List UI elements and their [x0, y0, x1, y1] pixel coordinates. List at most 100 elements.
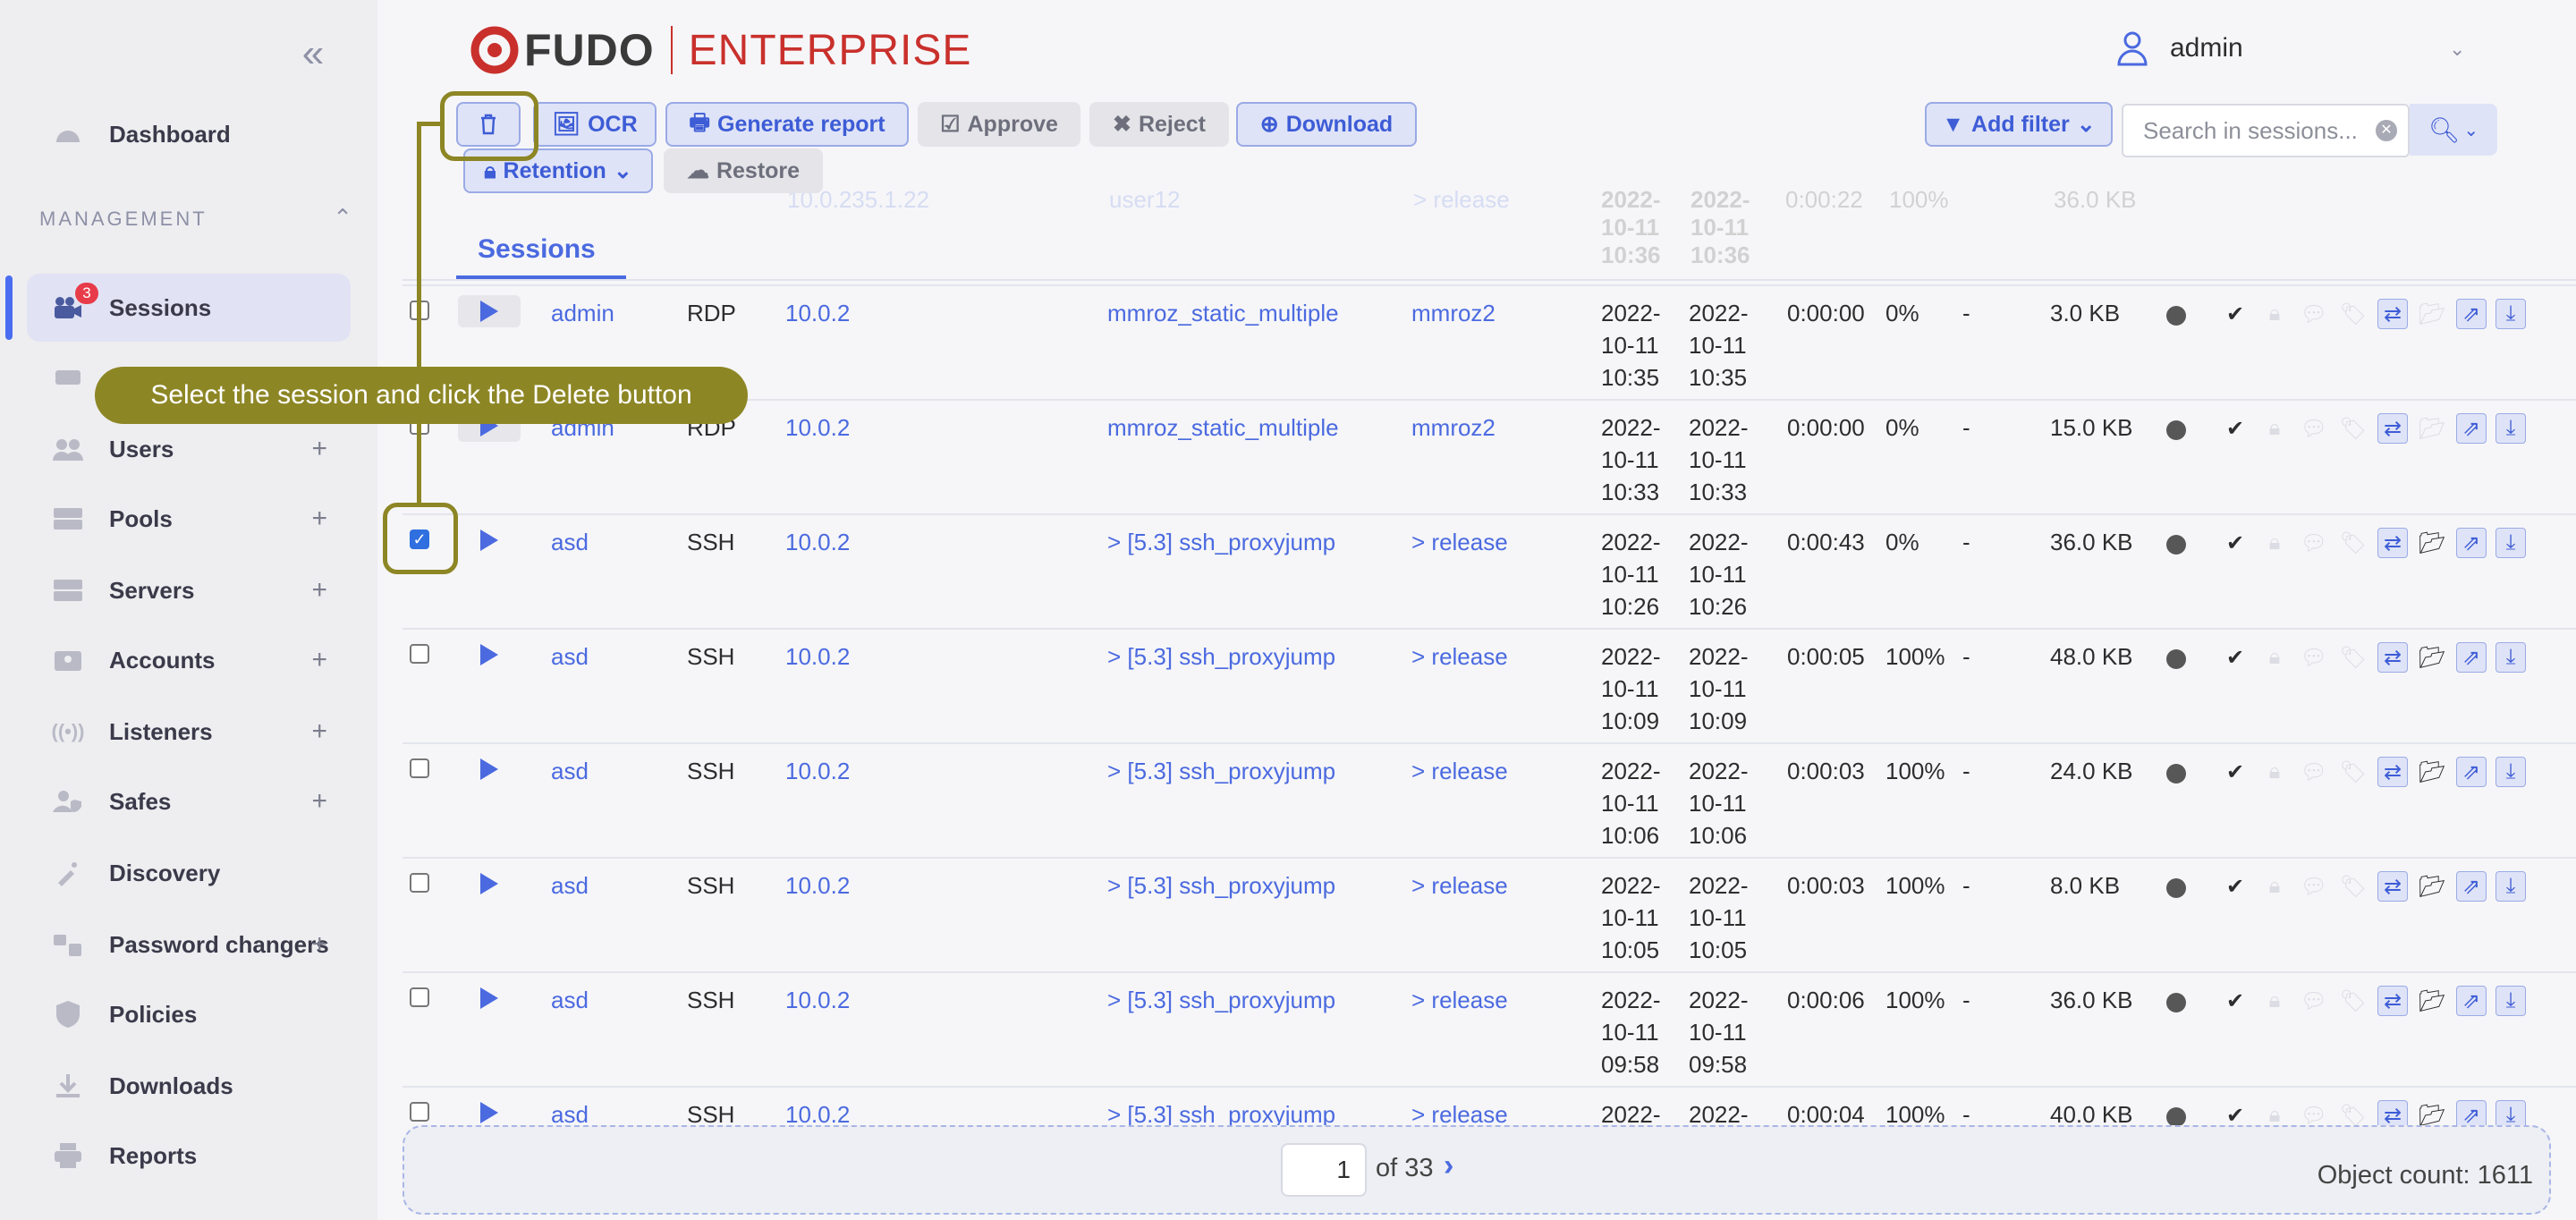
row-account[interactable]: mmroz_static_multiple — [1107, 297, 1339, 329]
row-ip[interactable]: 10.0.2 — [785, 640, 850, 673]
play-session-button[interactable] — [458, 1097, 521, 1129]
download-icon[interactable]: ⤓ — [2496, 986, 2526, 1016]
transfer-icon[interactable]: ⇄ — [2377, 413, 2408, 444]
add-password-changer-button[interactable]: + — [311, 929, 327, 960]
management-section-title[interactable]: MANAGEMENT ⌃ — [39, 204, 352, 231]
sidebar-item-downloads[interactable]: Downloads — [27, 1052, 351, 1120]
row-account[interactable]: > [5.3] ssh_proxyjump — [1107, 755, 1335, 787]
search-input[interactable]: Search in sessions... ✕ — [2122, 104, 2410, 157]
table-row[interactable]: ✓ asd SSH 10.0.2 > [5.3] ssh_proxyjump > rele… — [402, 513, 2576, 628]
check-icon[interactable]: ✔ — [2220, 757, 2250, 787]
sidebar-item-reports[interactable]: Reports — [27, 1122, 351, 1190]
download-icon[interactable]: ⤓ — [2496, 299, 2526, 329]
share-icon[interactable]: ⇗ — [2456, 757, 2487, 787]
download-button[interactable]: ⊕ Download — [1236, 102, 1417, 147]
collapse-sidebar-icon[interactable]: « — [295, 34, 331, 73]
download-icon[interactable]: ⤓ — [2496, 642, 2526, 673]
next-page-icon[interactable]: › — [1444, 1148, 1453, 1183]
table-row[interactable]: asd SSH 10.0.2 > [5.3] ssh_proxyjump > relea… — [402, 857, 2576, 971]
sidebar-item-users[interactable]: Users + — [27, 415, 351, 483]
sidebar-item-policies[interactable]: Policies — [27, 980, 351, 1048]
row-user[interactable]: admin — [551, 297, 614, 329]
sidebar-item-pools[interactable]: Pools + — [27, 485, 351, 553]
check-icon[interactable]: ✔ — [2220, 413, 2250, 444]
check-icon[interactable]: ✔ — [2220, 642, 2250, 673]
play-session-button[interactable] — [458, 524, 521, 556]
search-button[interactable]: 🔍︎ ⌄ — [2410, 104, 2497, 156]
reject-button[interactable]: ✖ Reject — [1089, 102, 1229, 147]
check-icon[interactable]: ✔ — [2220, 299, 2250, 329]
ocr-button[interactable]: 🖼 OCR — [533, 102, 657, 147]
row-checkbox[interactable] — [410, 987, 429, 1007]
row-server[interactable]: mmroz2 — [1411, 297, 1496, 329]
generate-report-button[interactable]: 🖶 Generate report — [665, 102, 909, 147]
row-account[interactable]: mmroz_static_multiple — [1107, 411, 1339, 444]
row-account[interactable]: > [5.3] ssh_proxyjump — [1107, 984, 1335, 1016]
fudo-logo[interactable]: FUDO ENTERPRISE — [470, 25, 971, 75]
check-icon[interactable]: ✔ — [2220, 871, 2250, 902]
row-ip[interactable]: 10.0.2 — [785, 297, 850, 329]
add-server-button[interactable]: + — [311, 575, 327, 606]
row-user[interactable]: asd — [551, 984, 589, 1016]
share-icon[interactable]: ⇗ — [2456, 528, 2487, 558]
row-checkbox[interactable] — [410, 644, 429, 664]
check-icon[interactable]: ✔ — [2220, 528, 2250, 558]
row-account[interactable]: > [5.3] ssh_proxyjump — [1107, 869, 1335, 902]
transfer-icon[interactable]: ⇄ — [2377, 757, 2408, 787]
transfer-icon[interactable]: ⇄ — [2377, 528, 2408, 558]
transfer-icon[interactable]: ⇄ — [2377, 986, 2408, 1016]
folder-icon[interactable]: 📂︎ — [2417, 871, 2447, 902]
transfer-icon[interactable]: ⇄ — [2377, 299, 2408, 329]
add-safe-button[interactable]: + — [311, 786, 327, 817]
share-icon[interactable]: ⇗ — [2456, 299, 2487, 329]
row-checkbox[interactable] — [410, 873, 429, 893]
row-ip[interactable]: 10.0.2 — [785, 869, 850, 902]
row-account[interactable]: > [5.3] ssh_proxyjump — [1107, 526, 1335, 558]
sidebar-item-sessions[interactable]: 3 Sessions — [5, 274, 351, 342]
sidebar-item-accounts[interactable]: Accounts + — [27, 626, 351, 694]
sidebar-item-listeners[interactable]: ((•)) Listeners + — [27, 698, 351, 766]
row-server[interactable]: > release — [1411, 984, 1508, 1016]
folder-icon[interactable]: 📂︎ — [2417, 528, 2447, 558]
transfer-icon[interactable]: ⇄ — [2377, 871, 2408, 902]
sidebar-item-servers[interactable]: Servers + — [27, 556, 351, 624]
share-icon[interactable]: ⇗ — [2456, 642, 2487, 673]
sidebar-item-dashboard[interactable]: Dashboard — [27, 100, 351, 168]
share-icon[interactable]: ⇗ — [2456, 413, 2487, 444]
table-row[interactable]: asd SSH 10.0.2 > [5.3] ssh_proxyjump > relea… — [402, 742, 2576, 857]
add-filter-button[interactable]: ▼ Add filter ⌄ — [1925, 102, 2113, 147]
restore-button[interactable]: ☁ Restore — [664, 148, 823, 193]
row-server[interactable]: > release — [1411, 526, 1508, 558]
clear-search-icon[interactable]: ✕ — [2376, 120, 2397, 141]
row-ip[interactable]: 10.0.2 — [785, 984, 850, 1016]
check-icon[interactable]: ✔ — [2220, 986, 2250, 1016]
sidebar-item-password-changers[interactable]: Password changers + — [27, 911, 351, 979]
tab-sessions[interactable]: Sessions — [478, 234, 596, 265]
row-checkbox[interactable] — [410, 1102, 429, 1122]
table-row[interactable]: asd SSH 10.0.2 > [5.3] ssh_proxyjump > relea… — [402, 971, 2576, 1086]
add-listener-button[interactable]: + — [311, 716, 327, 747]
approve-button[interactable]: ☑ Approve — [918, 102, 1080, 147]
download-icon[interactable]: ⤓ — [2496, 757, 2526, 787]
share-icon[interactable]: ⇗ — [2456, 986, 2487, 1016]
play-session-button[interactable] — [458, 639, 521, 671]
row-server[interactable]: > release — [1411, 640, 1508, 673]
download-icon[interactable]: ⤓ — [2496, 528, 2526, 558]
folder-icon[interactable]: 📂︎ — [2417, 986, 2447, 1016]
row-ip[interactable]: 10.0.2 — [785, 755, 850, 787]
download-icon[interactable]: ⤓ — [2496, 413, 2526, 444]
sidebar-item-safes[interactable]: Safes + — [27, 767, 351, 835]
play-session-button[interactable] — [458, 753, 521, 785]
add-user-button[interactable]: + — [311, 434, 327, 464]
row-checkbox[interactable] — [410, 758, 429, 778]
folder-icon[interactable]: 📂︎ — [2417, 757, 2447, 787]
row-account[interactable]: > [5.3] ssh_proxyjump — [1107, 640, 1335, 673]
sidebar-item-discovery[interactable]: Discovery — [27, 839, 351, 907]
row-ip[interactable]: 10.0.2 — [785, 526, 850, 558]
folder-icon[interactable]: 📂︎ — [2417, 642, 2447, 673]
row-user[interactable]: asd — [551, 755, 589, 787]
play-session-button[interactable] — [458, 295, 521, 327]
play-session-button[interactable] — [458, 982, 521, 1014]
row-user[interactable]: asd — [551, 640, 589, 673]
transfer-icon[interactable]: ⇄ — [2377, 642, 2408, 673]
